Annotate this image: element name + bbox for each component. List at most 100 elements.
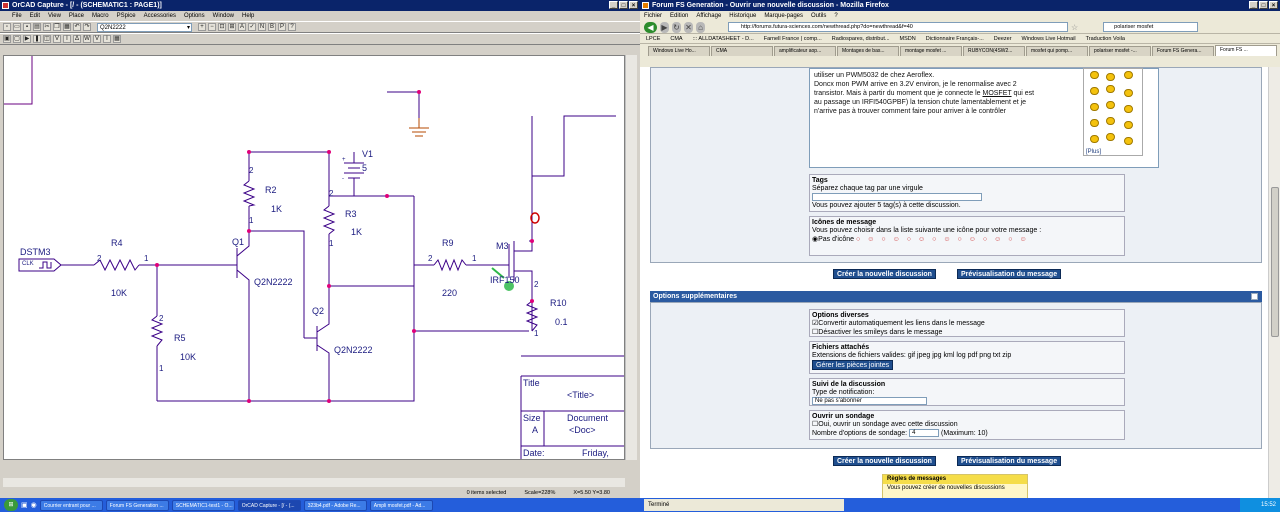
print-icon[interactable]: ▤	[33, 23, 41, 31]
smiley-icon[interactable]	[1090, 71, 1099, 79]
menu-place[interactable]: Place	[69, 13, 84, 19]
home-icon[interactable]: ⌂	[696, 21, 705, 33]
taskbar-item[interactable]: Ampli mosfet.pdf - Ad...	[369, 499, 433, 511]
annotate-icon[interactable]: A	[238, 23, 246, 31]
menu-view[interactable]: View	[48, 13, 61, 19]
part-selector[interactable]: Q2N2222	[97, 22, 192, 32]
browser-tab[interactable]: Forum FS Genera...	[1152, 46, 1214, 56]
taskbar-item[interactable]: SCHEMATIC1-test1 - O...	[171, 499, 235, 511]
undo-icon[interactable]: ↶	[73, 23, 81, 31]
convert-links-option[interactable]: ☑Convertir automatiquement les liens dan…	[812, 319, 1122, 328]
bias-v-icon[interactable]: V	[93, 35, 101, 43]
probe-icon[interactable]: ◫	[43, 35, 51, 43]
save-icon[interactable]: ▪	[23, 23, 31, 31]
back-arrow-icon[interactable]: ◀	[644, 21, 657, 33]
preview-button-bottom[interactable]: Prévisualisation du message	[957, 456, 1062, 466]
browser-tab[interactable]: amplificateur aop...	[774, 46, 836, 56]
menu-accessories[interactable]: Accessories	[144, 13, 176, 19]
taskbar-item-active[interactable]: OrCAD Capture - [/ - (...	[237, 499, 301, 511]
open-icon[interactable]: ▭	[13, 23, 21, 31]
smiley-icon[interactable]	[1090, 87, 1099, 95]
bookmark-item[interactable]: Dictionnaire Français-...	[926, 34, 984, 43]
copy-icon[interactable]: ❐	[53, 23, 61, 31]
minimize-button[interactable]: _	[609, 1, 618, 9]
sim-settings-icon[interactable]: ▣	[3, 35, 11, 43]
smiley-icon[interactable]	[1106, 133, 1115, 141]
quicklaunch-icon[interactable]: ▣	[21, 501, 28, 509]
bookmark-item[interactable]: Radiospares, distribut...	[832, 34, 890, 43]
help-icon[interactable]: ?	[288, 23, 296, 31]
paste-icon[interactable]: ▦	[63, 23, 71, 31]
smiley-icon[interactable]	[1124, 89, 1133, 97]
bookmark-item[interactable]: MSDN	[900, 34, 916, 43]
marker-voltage-icon[interactable]: V	[53, 35, 61, 43]
notification-select[interactable]: Ne pas s'abonner	[812, 397, 927, 405]
ff-menu-historique[interactable]: Historique	[729, 13, 756, 19]
manage-attachments-button[interactable]: Gérer les pièces jointes	[812, 360, 894, 370]
browser-tab[interactable]: Montages de bas...	[837, 46, 899, 56]
pause-icon[interactable]: ❚	[33, 35, 41, 43]
zoom-out-icon[interactable]: −	[208, 23, 216, 31]
quicklaunch-icon[interactable]: ◉	[31, 501, 37, 509]
bookmark-item[interactable]: Deezer	[994, 34, 1012, 43]
search-input[interactable]: polariser mosfet	[1103, 22, 1199, 32]
browser-tab[interactable]: montage mosfet ...	[900, 46, 962, 56]
preview-button[interactable]: Prévisualisation du message	[957, 269, 1062, 279]
redo-icon[interactable]: ↷	[83, 23, 91, 31]
ff-menu-affichage[interactable]: Affichage	[696, 13, 721, 19]
bookmark-item[interactable]: CMA	[670, 34, 682, 43]
netlist-icon[interactable]: N	[258, 23, 266, 31]
browser-tab-active[interactable]: Forum FS ...	[1215, 45, 1277, 56]
smiley-icon[interactable]	[1106, 101, 1115, 109]
menu-macro[interactable]: Macro	[92, 13, 109, 19]
bookmark-item[interactable]: LPCE	[646, 34, 660, 43]
poll-count-input[interactable]: 4	[909, 429, 940, 438]
ff-menu-edition[interactable]: Edition	[670, 13, 688, 19]
bom-icon[interactable]: B	[268, 23, 276, 31]
browser-tab[interactable]: Windows Live Ho...	[648, 46, 710, 56]
create-thread-button[interactable]: Créer la nouvelle discussion	[833, 269, 936, 279]
edit-sim-icon[interactable]: ▢	[13, 35, 21, 43]
create-thread-button-bottom[interactable]: Créer la nouvelle discussion	[833, 456, 936, 466]
taskbar-item[interactable]: Courrier entrant pour ...	[39, 499, 103, 511]
bookmark-item[interactable]: Traduction Voila	[1086, 34, 1125, 43]
run-icon[interactable]: ▶	[23, 35, 31, 43]
taskbar-item[interactable]: Forum FS Generation ...	[105, 499, 169, 511]
schematic-horizontal-scrollbar[interactable]	[3, 478, 625, 487]
menu-file[interactable]: File	[12, 13, 22, 19]
smiley-icon[interactable]	[1124, 105, 1133, 113]
close-button[interactable]: ×	[629, 1, 638, 9]
new-icon[interactable]: ▫	[3, 23, 11, 31]
smiley-icon[interactable]	[1124, 121, 1133, 129]
menu-help[interactable]: Help	[242, 13, 254, 19]
bookmark-item[interactable]: ::: ALLDATASHEET - D...	[693, 34, 754, 43]
disable-smilies-option[interactable]: ☐Désactiver les smileys dans le message	[812, 328, 1122, 337]
smiley-icon[interactable]	[1090, 103, 1099, 111]
marker-diff-icon[interactable]: Δ	[73, 35, 81, 43]
ff-maximize-button[interactable]: □	[1259, 1, 1268, 9]
start-button[interactable]: ⊞	[4, 499, 18, 511]
schematic-canvas[interactable]: DSTM3 CLK R4 2 1 10K R5 2 1 10K R2 1K 2 …	[3, 55, 625, 460]
page-vertical-scrollbar[interactable]	[1268, 67, 1280, 500]
drc-icon[interactable]: ✓	[248, 23, 256, 31]
bias-w-icon[interactable]: ▦	[113, 35, 121, 43]
browser-tab[interactable]: polariser mosfet -...	[1089, 46, 1151, 56]
ff-minimize-button[interactable]: _	[1249, 1, 1258, 9]
project-icon[interactable]: P	[278, 23, 286, 31]
browser-tab[interactable]: CMA	[711, 46, 773, 56]
smiley-icon[interactable]	[1090, 135, 1099, 143]
bookmark-item[interactable]: Farnell France | comp...	[764, 34, 822, 43]
bias-i-icon[interactable]: I	[103, 35, 111, 43]
schematic-vertical-scrollbar[interactable]	[625, 55, 637, 460]
ff-menu-fichier[interactable]: Fichier	[644, 13, 662, 19]
smiley-icon[interactable]	[1106, 117, 1115, 125]
ff-menu-help[interactable]: ?	[834, 13, 837, 19]
scrollbar-thumb[interactable]	[1271, 187, 1279, 337]
ff-menu-outils[interactable]: Outils	[811, 13, 826, 19]
taskbar-item[interactable]: 323b4.pdf - Adobe Re...	[303, 499, 367, 511]
ff-menu-marque-pages[interactable]: Marque-pages	[764, 13, 803, 19]
browser-tab[interactable]: mosfet qui pomp...	[1026, 46, 1088, 56]
zoom-area-icon[interactable]: ⊡	[218, 23, 226, 31]
url-input[interactable]: http://forums.futura-sciences.com/newthr…	[728, 22, 1068, 32]
menu-options[interactable]: Options	[184, 13, 205, 19]
